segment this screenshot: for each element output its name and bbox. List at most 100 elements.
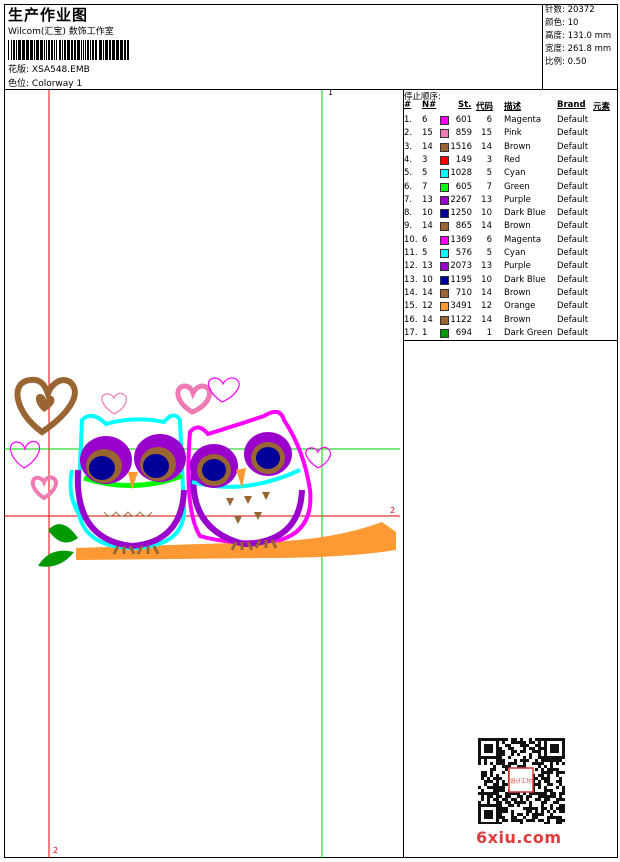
stat-colors: 颜色: 10	[545, 18, 579, 28]
heart-brown-inner	[35, 394, 55, 412]
row-brand: Default	[557, 248, 589, 258]
qr-code: 设计工坊	[478, 738, 565, 824]
row-index: 12.	[404, 261, 418, 272]
color-swatch	[440, 116, 449, 125]
col-needle: N#	[422, 100, 437, 110]
row-desc: Dark Blue	[504, 274, 546, 285]
row-needle: 13	[422, 194, 433, 205]
row-stitches: 694	[455, 327, 472, 338]
row-brand: Default	[557, 274, 589, 285]
col-hash: #	[404, 100, 412, 110]
color-swatch	[440, 275, 449, 285]
row-brand: Default	[557, 168, 589, 179]
table-row: 4. 3 149 3 Red Default	[404, 154, 618, 167]
table-row: 9. 14 865 14 Brown Default	[404, 220, 618, 233]
table-row: 8. 10 1250 10 Dark Blue Default	[404, 207, 618, 220]
row-index: 6.	[404, 181, 413, 192]
row-code: 14	[481, 314, 492, 325]
color-swatch	[440, 155, 449, 165]
row-code: 3	[486, 154, 492, 165]
row-desc: Dark Blue	[504, 208, 546, 219]
col-desc: 描述	[504, 102, 522, 112]
row-brand: Default	[557, 181, 589, 192]
row-code: 14	[481, 221, 492, 232]
row-desc: Purple	[504, 194, 531, 205]
row-stitches: 710	[455, 287, 472, 298]
row-needle: 1	[422, 327, 428, 338]
table-row: 11. 5 576 5 Cyan Default	[404, 247, 618, 260]
row-needle: 14	[422, 221, 433, 232]
row-stitches: 859	[455, 128, 472, 139]
row-index: 11.	[404, 248, 418, 258]
color-swatch	[440, 235, 449, 245]
color-swatch	[440, 249, 449, 258]
row-index: 8.	[404, 208, 413, 219]
row-desc: Dark Green	[504, 327, 553, 338]
leaf-top	[48, 524, 78, 543]
table-row: 3. 14 1516 14 Brown Default	[404, 141, 618, 154]
row-desc: Brown	[504, 314, 531, 325]
color-swatch	[440, 129, 449, 139]
row-desc: Cyan	[504, 168, 526, 179]
row-index: 17.	[404, 327, 418, 338]
colorway-value: Colorway 1	[31, 79, 83, 89]
row-desc: Cyan	[504, 248, 526, 258]
row-needle: 13	[422, 261, 433, 272]
color-swatch	[440, 209, 449, 219]
table-row: 7. 13 2267 13 Purple Default	[404, 194, 618, 207]
row-brand: Default	[557, 221, 589, 232]
stats-panel: 针数: 20372 颜色: 10 高度: 131.0 mm 宽度: 261.8 …	[542, 4, 618, 90]
row-desc: Brown	[504, 221, 531, 232]
row-desc: Orange	[504, 301, 536, 312]
row-stitches: 1028	[450, 168, 472, 179]
guide-label-right: 2	[390, 506, 396, 515]
barcode	[8, 40, 129, 60]
row-desc: Magenta	[504, 115, 542, 125]
row-code: 6	[486, 234, 492, 245]
table-header: # N# St. 代码 描述 Brand 元素	[404, 100, 618, 112]
color-swatch	[440, 142, 449, 152]
row-code: 13	[481, 261, 492, 272]
row-stitches: 149	[455, 154, 472, 165]
col-element: 元素	[593, 102, 611, 112]
row-index: 16.	[404, 314, 418, 325]
row-code: 10	[481, 274, 492, 285]
color-swatch	[440, 262, 449, 272]
col-brand: Brand	[557, 100, 586, 110]
row-desc: Purple	[504, 261, 531, 272]
table-row: 17. 1 694 1 Dark Green Default	[404, 327, 618, 340]
color-swatch	[440, 222, 449, 232]
row-stitches: 1195	[450, 274, 472, 285]
row-code: 10	[481, 208, 492, 219]
row-brand: Default	[557, 234, 589, 245]
row-code: 14	[481, 287, 492, 298]
color-swatch	[440, 169, 449, 179]
row-code: 6	[486, 115, 492, 125]
row-needle: 10	[422, 274, 433, 285]
guide-label-top: 1	[328, 88, 334, 97]
row-needle: 14	[422, 287, 433, 298]
row-desc: Red	[504, 154, 521, 165]
header: 生产作业图 Wilcom(汇宝) 数饰工作室 花版: XSA548.EMB 色位…	[4, 4, 618, 90]
table-row: 16. 14 1122 14 Brown Default	[404, 314, 618, 327]
row-stitches: 2073	[450, 261, 472, 272]
color-swatch	[440, 195, 449, 205]
design-value: XSA548.EMB	[31, 65, 90, 75]
row-needle: 10	[422, 208, 433, 219]
row-stitches: 865	[455, 221, 472, 232]
row-code: 1	[486, 327, 492, 338]
row-stitches: 1516	[450, 141, 472, 152]
design-canvas: 1 2 2	[4, 88, 404, 858]
row-brand: Default	[557, 194, 589, 205]
row-index: 2.	[404, 128, 413, 139]
row-needle: 14	[422, 314, 433, 325]
row-index: 1.	[404, 115, 413, 125]
page-title: 生产作业图	[8, 6, 89, 24]
table-row: 6. 7 605 7 Green Default	[404, 181, 618, 194]
row-index: 4.	[404, 154, 413, 165]
color-swatch	[440, 288, 449, 298]
row-code: 5	[486, 248, 492, 258]
row-needle: 5	[422, 248, 428, 258]
row-index: 13.	[404, 274, 418, 285]
row-stitches: 1122	[450, 314, 472, 325]
